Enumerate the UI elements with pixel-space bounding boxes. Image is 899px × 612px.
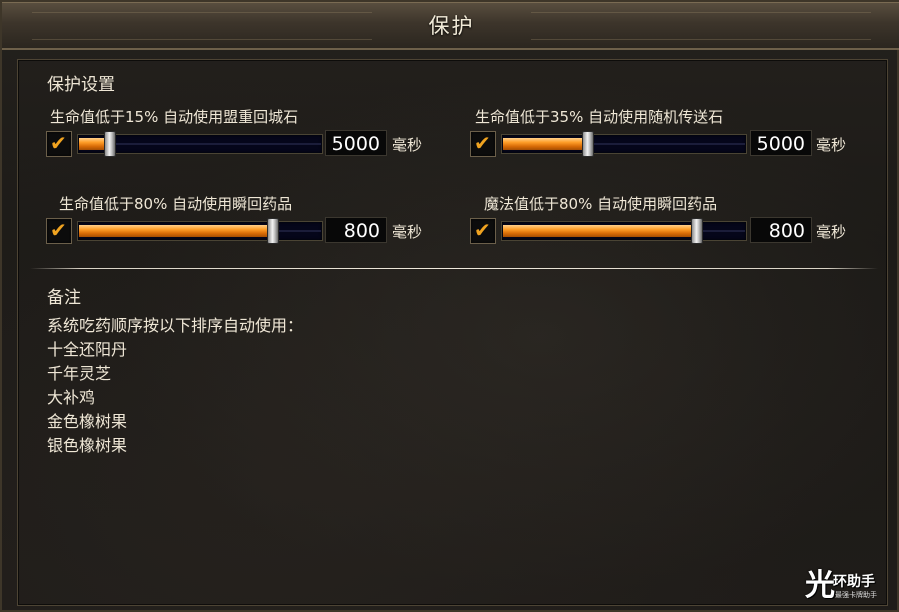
protection-section-title: 保护设置 [47,75,115,95]
checkmark-icon: ✔ [474,131,491,155]
value-input-hp15[interactable]: 5000 [325,130,387,156]
checkbox-mp80[interactable]: ✔ [470,218,496,244]
checkmark-icon: ✔ [474,218,491,242]
value-input-mp80[interactable]: 800 [750,217,812,243]
slider-hp80[interactable] [77,218,323,244]
protection-window: 保护 保护设置 生命值低于15% 自动使用盟重回城石 ✔ 5000 毫秒 生命值… [0,0,899,612]
unit-label-hp15: 毫秒 [392,136,423,154]
note-line: 金色橡树果 [47,412,128,431]
row-label-hp35: 生命值低于35% 自动使用随机传送石 [475,108,724,126]
note-line: 系统吃药顺序按以下排序自动使用： [47,316,304,335]
slider-thumb[interactable] [267,218,279,244]
checkbox-hp15[interactable]: ✔ [46,131,72,157]
section-divider [30,268,878,269]
value-input-hp80[interactable]: 800 [325,217,387,243]
title-bar: 保护 [2,2,899,50]
checkbox-hp35[interactable]: ✔ [470,131,496,157]
checkmark-icon: ✔ [50,218,67,242]
notes-title: 备注 [47,288,81,308]
slider-hp15[interactable] [77,131,323,157]
unit-label-mp80: 毫秒 [816,223,847,241]
window-title: 保护 [428,14,475,38]
row-label-hp80: 生命值低于80% 自动使用瞬回药品 [59,195,293,213]
checkbox-hp80[interactable]: ✔ [46,218,72,244]
value-input-hp35[interactable]: 5000 [750,130,812,156]
slider-thumb[interactable] [582,131,594,157]
slider-thumb[interactable] [691,218,703,244]
watermark-glyph: 光 [805,568,835,603]
note-line: 十全还阳丹 [47,340,128,359]
slider-fill [503,138,588,150]
note-line: 银色橡树果 [47,436,128,455]
note-line: 千年灵芝 [47,364,112,383]
checkmark-icon: ✔ [50,131,67,155]
slider-thumb[interactable] [104,131,116,157]
watermark-tagline: 最强卡牌助手 [835,591,877,599]
note-line: 大补鸡 [47,388,96,407]
watermark-logo: 光 环助手 最强卡牌助手 [805,568,887,604]
slider-fill [79,225,273,237]
row-label-mp80: 魔法值低于80% 自动使用瞬回药品 [484,195,718,213]
slider-mp80[interactable] [501,218,747,244]
slider-hp35[interactable] [501,131,747,157]
row-label-hp15: 生命值低于15% 自动使用盟重回城石 [50,108,299,126]
unit-label-hp80: 毫秒 [392,223,423,241]
unit-label-hp35: 毫秒 [816,136,847,154]
watermark-name: 环助手 [833,574,875,590]
slider-fill [503,225,697,237]
